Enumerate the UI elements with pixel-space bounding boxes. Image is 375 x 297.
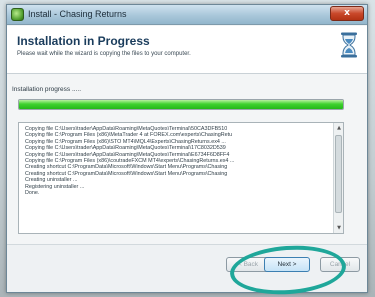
title-bar[interactable]: Install - Chasing Returns x xyxy=(7,5,367,25)
log-line: Done. xyxy=(25,190,40,197)
install-log[interactable]: Copying file C:\Users\trader\AppData\Roa… xyxy=(18,122,344,234)
app-icon xyxy=(11,8,24,21)
page-subtitle: Please wait while the wizard is copying … xyxy=(17,51,191,57)
close-button[interactable]: x xyxy=(330,6,364,21)
scroll-down-icon[interactable]: ▼ xyxy=(335,224,343,232)
hourglass-icon xyxy=(341,32,357,58)
log-lines: Copying file C:\Users\trader\AppData\Roa… xyxy=(25,126,330,196)
page-title: Installation in Progress xyxy=(17,34,150,48)
scroll-up-icon[interactable]: ▲ xyxy=(335,124,343,132)
scroll-thumb[interactable] xyxy=(335,135,342,213)
progress-bar xyxy=(18,99,344,110)
log-scrollbar[interactable]: ▲ ▼ xyxy=(333,123,343,233)
progress-fill xyxy=(19,100,343,109)
progress-label: Installation progress ..... xyxy=(12,86,82,93)
wizard-header: Installation in Progress Please wait whi… xyxy=(7,26,367,74)
window-title: Install - Chasing Returns xyxy=(28,9,127,19)
